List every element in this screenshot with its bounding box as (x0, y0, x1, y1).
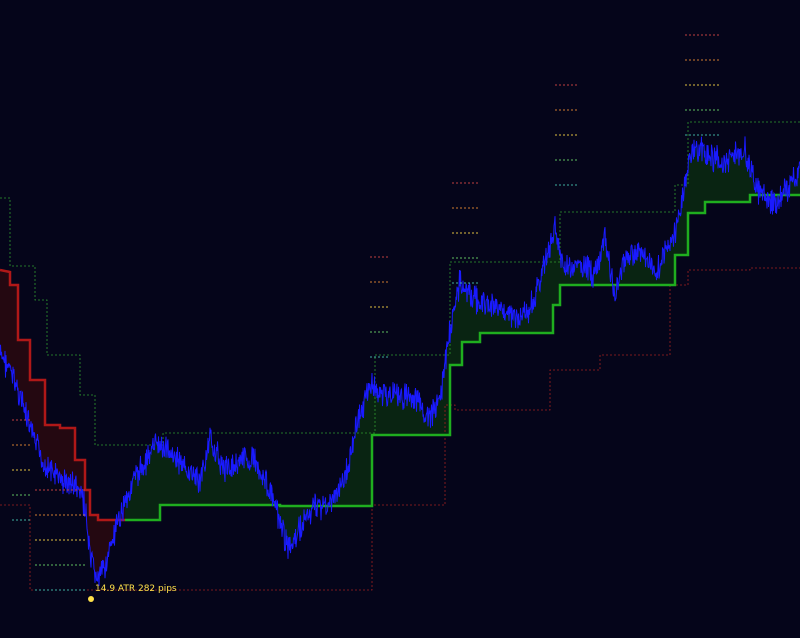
atr-annotation-label: 14.9 ATR 282 pips (95, 584, 177, 594)
price-chart (0, 34, 800, 602)
annotation-dot (88, 596, 94, 602)
price-line (0, 136, 800, 586)
